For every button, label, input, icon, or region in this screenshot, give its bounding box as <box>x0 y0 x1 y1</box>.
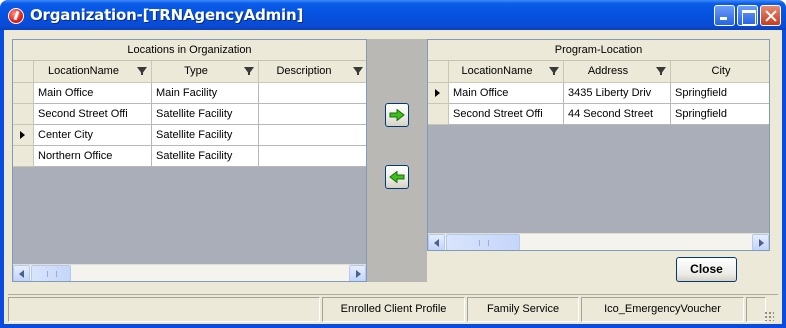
cell-locationname[interactable]: Main Office <box>34 83 152 104</box>
application-window: Organization-[TRNAgencyAdmin] Locations … <box>0 0 786 328</box>
window-title: Organization-[TRNAgencyAdmin] <box>30 6 304 24</box>
horizontal-scrollbar[interactable] <box>428 233 769 250</box>
column-header-label: City <box>711 65 731 77</box>
close-window-button[interactable] <box>760 5 781 26</box>
resize-grip-icon[interactable] <box>764 311 774 321</box>
current-row-indicator-icon[interactable] <box>428 83 449 104</box>
minimize-button[interactable] <box>714 5 735 26</box>
window-client-area: Locations in Organization LocationName T… <box>4 30 782 324</box>
transfer-button-panel <box>367 39 427 282</box>
status-panel-main <box>8 297 320 322</box>
status-panel-extra <box>746 297 766 322</box>
cell-address[interactable]: 44 Second Street <box>564 104 671 125</box>
column-header-address[interactable]: Address <box>564 61 671 83</box>
cell-type[interactable]: Satellite Facility <box>152 125 259 146</box>
cell-locationname[interactable]: Northern Office <box>34 146 152 167</box>
column-header-locationname[interactable]: LocationName <box>34 61 152 83</box>
status-bar: Enrolled Client Profile Family Service I… <box>8 294 778 324</box>
scroll-left-icon[interactable] <box>428 234 445 250</box>
scroll-right-icon[interactable] <box>349 265 366 281</box>
cell-type[interactable]: Main Facility <box>152 83 259 104</box>
scroll-left-icon[interactable] <box>13 265 30 281</box>
column-header-city[interactable]: City <box>671 61 769 83</box>
cell-locationname[interactable]: Second Street Offi <box>34 104 152 125</box>
title-bar[interactable]: Organization-[TRNAgencyAdmin] <box>0 0 786 30</box>
grid-caption: Program-Location <box>428 40 769 61</box>
cell-description[interactable] <box>259 83 366 104</box>
scrollbar-thumb[interactable] <box>446 234 520 250</box>
cell-city[interactable]: Springfield <box>671 83 769 104</box>
filter-icon[interactable] <box>353 67 363 75</box>
row-selector[interactable] <box>13 104 34 125</box>
horizontal-scrollbar[interactable] <box>13 264 366 281</box>
cell-type[interactable]: Satellite Facility <box>152 146 259 167</box>
close-button[interactable]: Close <box>676 257 737 282</box>
filter-icon[interactable] <box>549 67 559 75</box>
status-panel-family-service[interactable]: Family Service <box>467 297 579 322</box>
column-header-label: Description <box>276 65 332 77</box>
app-logo-icon <box>8 8 24 24</box>
grid-corner <box>428 61 449 83</box>
scrollbar-thumb[interactable] <box>31 265 71 281</box>
column-header-description[interactable]: Description <box>259 61 366 83</box>
cell-address[interactable]: 3435 Liberty Driv <box>564 83 671 104</box>
cell-type[interactable]: Satellite Facility <box>152 104 259 125</box>
scroll-right-icon[interactable] <box>752 234 769 250</box>
column-header-label: Address <box>587 65 629 77</box>
cell-description[interactable] <box>259 146 366 167</box>
grid-corner <box>13 61 34 83</box>
row-selector[interactable] <box>428 104 449 125</box>
current-row-indicator-icon[interactable] <box>13 125 34 146</box>
cell-locationname[interactable]: Second Street Offi <box>449 104 564 125</box>
filter-icon[interactable] <box>244 67 254 75</box>
cell-locationname[interactable]: Center City <box>34 125 152 146</box>
row-selector[interactable] <box>13 146 34 167</box>
maximize-button[interactable] <box>737 5 758 26</box>
filter-icon[interactable] <box>137 67 147 75</box>
add-location-button[interactable] <box>385 103 409 127</box>
status-panel-enrolled-client-profile[interactable]: Enrolled Client Profile <box>322 297 465 322</box>
status-panel-emergency-voucher[interactable]: Ico_EmergencyVoucher <box>581 297 744 322</box>
row-selector[interactable] <box>13 83 34 104</box>
program-location-grid[interactable]: Program-Location LocationName Address Ci… <box>427 39 770 251</box>
arrow-left-icon <box>389 171 405 183</box>
column-header-label: LocationName <box>48 65 119 77</box>
cell-description[interactable] <box>259 125 366 146</box>
column-header-type[interactable]: Type <box>152 61 259 83</box>
cell-description[interactable] <box>259 104 366 125</box>
locations-in-organization-grid[interactable]: Locations in Organization LocationName T… <box>12 39 367 282</box>
cell-city[interactable]: Springfield <box>671 104 769 125</box>
remove-location-button[interactable] <box>385 165 409 189</box>
cell-locationname[interactable]: Main Office <box>449 83 564 104</box>
arrow-right-icon <box>389 109 405 121</box>
column-header-label: Type <box>184 65 208 77</box>
column-header-locationname[interactable]: LocationName <box>449 61 564 83</box>
filter-icon[interactable] <box>656 67 666 75</box>
column-header-label: LocationName <box>461 65 533 77</box>
grid-caption: Locations in Organization <box>13 40 366 61</box>
